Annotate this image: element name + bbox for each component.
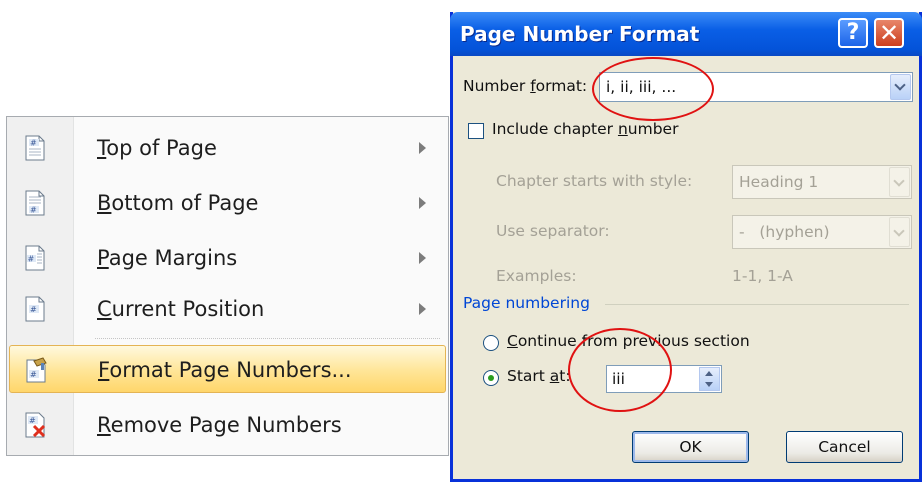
start-at-radio[interactable] — [483, 370, 499, 386]
menu-item-label: Top of Page — [97, 136, 217, 160]
include-chapter-number-checkbox[interactable] — [468, 123, 484, 139]
chapter-style-select[interactable]: Heading 1 — [732, 165, 912, 199]
ok-button[interactable]: OK — [632, 431, 749, 463]
examples-value: 1-1, 1-A — [732, 267, 793, 285]
menu-item-label: Page Margins — [97, 246, 238, 270]
svg-text:#: # — [29, 416, 36, 425]
chevron-down-icon — [894, 79, 906, 91]
menu-separator — [95, 338, 440, 339]
continue-from-previous-radio[interactable] — [483, 335, 499, 351]
svg-text:#: # — [28, 255, 35, 264]
chevron-down-icon — [893, 175, 905, 187]
menu-item-current-position[interactable]: # Current Position — [9, 285, 446, 333]
menu-item-page-margins[interactable]: # Page Margins — [9, 234, 446, 282]
examples-label: Examples: — [496, 267, 577, 285]
menu-item-remove-page-numbers[interactable]: # Remove Page Numbers — [9, 401, 446, 449]
remove-page-numbers-icon: # — [25, 412, 46, 438]
page-top-number-icon: # — [25, 135, 45, 161]
group-divider — [605, 304, 909, 305]
cancel-button[interactable]: Cancel — [786, 431, 903, 463]
dialog-titlebar[interactable]: Page Number Format ? ✕ — [450, 12, 922, 56]
svg-text:#: # — [30, 206, 37, 215]
svg-text:#: # — [30, 305, 37, 314]
chevron-down-icon — [893, 225, 905, 237]
chapter-style-value: Heading 1 — [739, 173, 819, 191]
chapter-style-label: Chapter starts with style: — [496, 172, 693, 190]
spinner-buttons[interactable] — [699, 367, 720, 391]
submenu-arrow-icon — [419, 197, 426, 209]
menu-item-label: Remove Page Numbers — [97, 413, 342, 437]
menu-item-top-of-page[interactable]: # Top of Page — [9, 124, 446, 172]
close-button[interactable]: ✕ — [874, 18, 904, 48]
svg-text:#: # — [30, 370, 37, 379]
svg-text:#: # — [30, 139, 37, 148]
help-button[interactable]: ? — [838, 18, 868, 48]
number-format-label: Number format: — [463, 77, 588, 95]
page-numbering-group-title: Page numbering — [463, 294, 590, 312]
menu-item-label: Bottom of Page — [97, 191, 259, 215]
dropdown-button[interactable] — [889, 167, 910, 197]
submenu-arrow-icon — [419, 303, 426, 315]
menu-item-label: Format Page Numbers... — [98, 358, 352, 382]
include-chapter-number-label: Include chapter number — [492, 120, 679, 138]
spin-up-icon[interactable] — [705, 371, 713, 376]
menu-item-format-page-numbers[interactable]: # Format Page Numbers... — [9, 345, 446, 393]
start-at-label: Start at: — [507, 367, 571, 385]
current-position-number-icon: # — [25, 296, 45, 322]
page-bottom-number-icon: # — [25, 190, 45, 216]
radio-selected-dot — [488, 375, 494, 381]
page-numbers-menu: # Top of Page # Bottom of Page # Page Ma… — [6, 116, 449, 456]
annotation-circle-number-format — [592, 57, 714, 121]
spin-down-icon[interactable] — [705, 382, 713, 387]
dropdown-button[interactable] — [890, 74, 911, 100]
page-margins-number-icon: # — [25, 245, 45, 271]
separator-select[interactable]: - (hyphen) — [732, 215, 912, 249]
submenu-arrow-icon — [419, 142, 426, 154]
separator-value: - (hyphen) — [739, 223, 830, 241]
format-page-numbers-icon: # — [26, 357, 47, 383]
annotation-circle-start-at — [568, 328, 672, 412]
submenu-arrow-icon — [419, 252, 426, 264]
menu-item-label: Current Position — [97, 297, 265, 321]
dropdown-button[interactable] — [889, 217, 910, 247]
menu-item-bottom-of-page[interactable]: # Bottom of Page — [9, 179, 446, 227]
dialog-title: Page Number Format — [460, 22, 700, 46]
separator-label: Use separator: — [496, 222, 610, 240]
